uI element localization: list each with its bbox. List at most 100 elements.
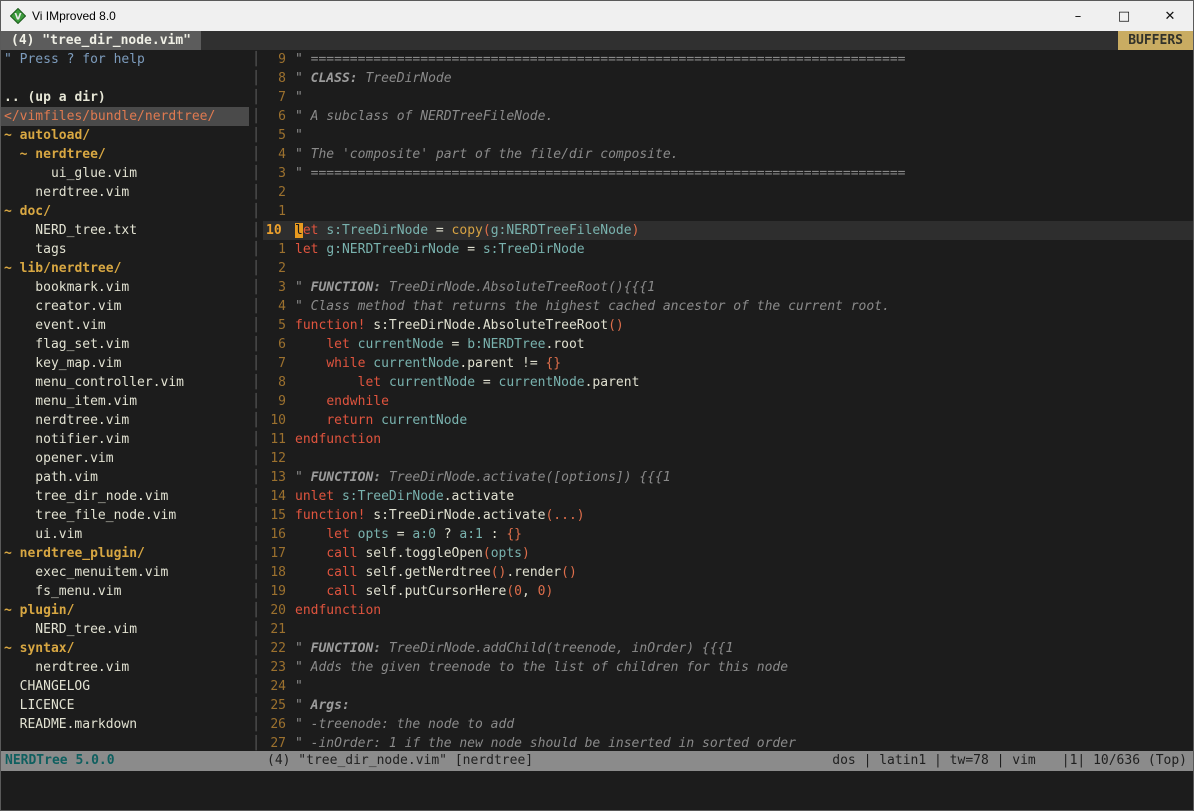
tree-file-item[interactable]: fs_menu.vim [1, 582, 249, 601]
code-line[interactable]: 26" -treenode: the node to add [263, 715, 1193, 734]
code-line[interactable]: 3" FUNCTION: TreeDirNode.AbsoluteTreeRoo… [263, 278, 1193, 297]
code-line[interactable]: 17 call self.toggleOpen(opts) [263, 544, 1193, 563]
line-number: 15 [263, 506, 295, 525]
tree-file-item[interactable]: CHANGELOG [1, 677, 249, 696]
code-line[interactable]: 9 endwhile [263, 392, 1193, 411]
svg-text:V: V [15, 13, 22, 23]
line-number: 20 [263, 601, 295, 620]
tree-file-item[interactable]: opener.vim [1, 449, 249, 468]
tree-file-item[interactable]: nerdtree.vim [1, 411, 249, 430]
tree-file-item[interactable]: menu_item.vim [1, 392, 249, 411]
code-line[interactable]: 1let g:NERDTreeDirNode = s:TreeDirNode [263, 240, 1193, 259]
code-line[interactable]: 7 while currentNode.parent != {} [263, 354, 1193, 373]
tree-file-item[interactable]: LICENCE [1, 696, 249, 715]
line-number: 3 [263, 164, 295, 183]
tree-dir-item[interactable]: ~ plugin/ [1, 601, 249, 620]
code-line[interactable]: 5function! s:TreeDirNode.AbsoluteTreeRoo… [263, 316, 1193, 335]
line-number: 16 [263, 525, 295, 544]
code-line[interactable]: 8 let currentNode = currentNode.parent [263, 373, 1193, 392]
tree-file-item[interactable]: README.markdown [1, 715, 249, 734]
code-line[interactable]: 19 call self.putCursorHere(0, 0) [263, 582, 1193, 601]
separator-glyph: │ [249, 392, 263, 411]
window-controls: – □ ✕ [1055, 1, 1193, 31]
tree-up-line[interactable]: .. (up a dir) [1, 88, 249, 107]
code-line[interactable]: 15function! s:TreeDirNode.activate(...) [263, 506, 1193, 525]
tree-file-item[interactable]: menu_controller.vim [1, 373, 249, 392]
code-line[interactable]: 22" FUNCTION: TreeDirNode.addChild(treen… [263, 639, 1193, 658]
tree-help-line[interactable]: " Press ? for help [1, 50, 249, 69]
separator-glyph: │ [249, 601, 263, 620]
code-line[interactable]: 5" [263, 126, 1193, 145]
buffers-tab[interactable]: BUFFERS [1118, 31, 1193, 50]
code-line[interactable]: 9" =====================================… [263, 50, 1193, 69]
close-button[interactable]: ✕ [1147, 1, 1193, 31]
code-line[interactable]: 27" -inOrder: 1 if the new node should b… [263, 734, 1193, 751]
code-line[interactable]: 21 [263, 620, 1193, 639]
code-line[interactable]: 16 let opts = a:0 ? a:1 : {} [263, 525, 1193, 544]
tree-file-item[interactable]: NERD_tree.txt [1, 221, 249, 240]
code-line[interactable]: 3" =====================================… [263, 164, 1193, 183]
code-line[interactable]: 12 [263, 449, 1193, 468]
tree-file-item[interactable]: ui_glue.vim [1, 164, 249, 183]
line-number: 10 [263, 411, 295, 430]
code-line[interactable]: 6 let currentNode = b:NERDTree.root [263, 335, 1193, 354]
code-line[interactable]: 18 call self.getNerdtree().render() [263, 563, 1193, 582]
code-line[interactable]: 10let s:TreeDirNode = copy(g:NERDTreeFil… [263, 221, 1193, 240]
code-line[interactable]: 7" [263, 88, 1193, 107]
code-line[interactable]: 2 [263, 183, 1193, 202]
tree-file-item[interactable]: nerdtree.vim [1, 658, 249, 677]
code-line[interactable]: 20endfunction [263, 601, 1193, 620]
code-text: " Args: [295, 696, 350, 715]
tree-file-item[interactable]: key_map.vim [1, 354, 249, 373]
tree-file-item[interactable]: NERD_tree.vim [1, 620, 249, 639]
tree-file-item[interactable]: ui.vim [1, 525, 249, 544]
tree-dir-item[interactable]: ~ lib/nerdtree/ [1, 259, 249, 278]
tree-file-item[interactable]: notifier.vim [1, 430, 249, 449]
code-line[interactable]: 23" Adds the given treenode to the list … [263, 658, 1193, 677]
code-line[interactable]: 11endfunction [263, 430, 1193, 449]
tree-file-item[interactable]: tree_file_node.vim [1, 506, 249, 525]
statusline-right: dos | latin1 | tw=78 | vim |1| 10/636 (T… [832, 751, 1187, 771]
separator-glyph: │ [249, 715, 263, 734]
line-number: 14 [263, 487, 295, 506]
code-line[interactable]: 4" The 'composite' part of the file/dir … [263, 145, 1193, 164]
code-line[interactable]: 24" [263, 677, 1193, 696]
tree-file-item[interactable]: creator.vim [1, 297, 249, 316]
tree-file-item[interactable]: exec_menuitem.vim [1, 563, 249, 582]
tree-file-item[interactable]: tree_dir_node.vim [1, 487, 249, 506]
tree-root-line[interactable]: </vimfiles/bundle/nerdtree/ [1, 107, 249, 126]
tree-file-item[interactable]: event.vim [1, 316, 249, 335]
code-line[interactable]: 1 [263, 202, 1193, 221]
code-line[interactable]: 14unlet s:TreeDirNode.activate [263, 487, 1193, 506]
code-line[interactable]: 10 return currentNode [263, 411, 1193, 430]
maximize-button[interactable]: □ [1101, 1, 1147, 31]
tree-dir-item[interactable]: ~ nerdtree/ [1, 145, 249, 164]
code-text: " [295, 88, 303, 107]
tree-file-item[interactable]: bookmark.vim [1, 278, 249, 297]
code-line[interactable]: 8" CLASS: TreeDirNode [263, 69, 1193, 88]
code-line[interactable]: 25" Args: [263, 696, 1193, 715]
code-line[interactable]: 2 [263, 259, 1193, 278]
window-separator[interactable]: │││││││││││││││││││││││││││││││││││││ [249, 50, 263, 751]
cursor-position: 10/636 (Top) [1085, 751, 1187, 771]
tree-dir-item[interactable]: ~ syntax/ [1, 639, 249, 658]
vim-window: V Vi IMproved 8.0 – □ ✕ (4) "tree_dir_no… [0, 0, 1194, 811]
minimize-button[interactable]: – [1055, 1, 1101, 31]
tree-dir-item[interactable]: ~ doc/ [1, 202, 249, 221]
command-line[interactable] [1, 771, 1193, 810]
code-line[interactable]: 13" FUNCTION: TreeDirNode.activate([opti… [263, 468, 1193, 487]
code-line[interactable]: 4" Class method that returns the highest… [263, 297, 1193, 316]
line-number: 24 [263, 677, 295, 696]
tab-tree-dir-node[interactable]: (4) "tree_dir_node.vim" [1, 31, 201, 50]
tree-dir-item[interactable]: ~ nerdtree_plugin/ [1, 544, 249, 563]
tree-file-item[interactable]: nerdtree.vim [1, 183, 249, 202]
tree-file-item[interactable]: path.vim [1, 468, 249, 487]
line-number: 13 [263, 468, 295, 487]
line-number: 1 [263, 202, 295, 221]
tree-file-item[interactable]: flag_set.vim [1, 335, 249, 354]
code-line[interactable]: 6" A subclass of NERDTreeFileNode. [263, 107, 1193, 126]
vim-icon: V [10, 8, 26, 24]
tree-file-item[interactable]: tags [1, 240, 249, 259]
separator-glyph: │ [249, 639, 263, 658]
tree-dir-item[interactable]: ~ autoload/ [1, 126, 249, 145]
